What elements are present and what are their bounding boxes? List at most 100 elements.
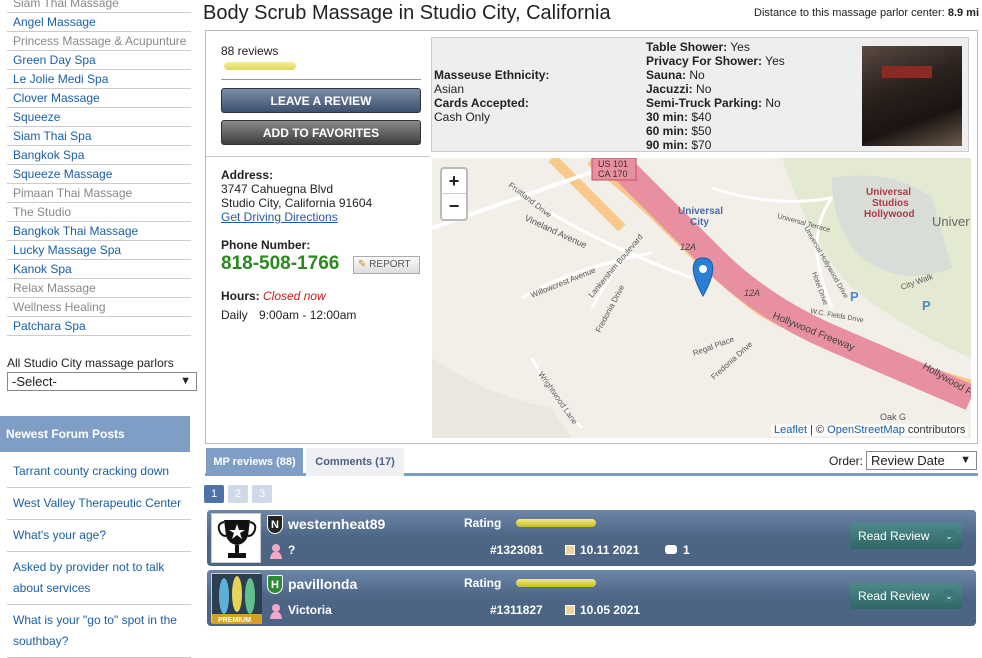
- reviewer-location: Victoria: [288, 603, 332, 617]
- phone-label: Phone Number:: [221, 238, 311, 252]
- price-60-label: 60 min:: [646, 124, 689, 138]
- daily-hours: 9:00am - 12:00am: [259, 308, 357, 322]
- parlor-link[interactable]: Bangkok Spa: [7, 146, 191, 165]
- order-label: Order:: [829, 454, 864, 468]
- hours-label: Hours:: [221, 289, 260, 303]
- distance-value: 8.9 mi: [947, 7, 980, 19]
- forum-post-link[interactable]: Tarrant county cracking down: [7, 456, 191, 488]
- map[interactable]: US 101 CA 170 Universal City Universal S…: [432, 158, 971, 438]
- phone-number[interactable]: 818-508-1766: [221, 253, 339, 275]
- parlor-link[interactable]: The Studio: [7, 203, 191, 222]
- truck-label: Semi-Truck Parking:: [646, 96, 763, 110]
- page-title: Body Scrub Massage in Studio City, Calif…: [203, 2, 611, 24]
- leaflet-link[interactable]: Leaflet: [774, 424, 807, 436]
- parlor-link[interactable]: Clover Massage: [7, 89, 191, 108]
- table-shower-value: Yes: [730, 40, 750, 54]
- ethnicity-label: Masseuse Ethnicity:: [434, 68, 550, 82]
- chevron-down-icon: ⌄: [942, 529, 956, 543]
- daily-label: Daily: [221, 308, 248, 322]
- parlor-link[interactable]: Siam Thai Massage: [7, 0, 191, 13]
- reviewer-name[interactable]: westernheat89: [288, 516, 385, 532]
- map-label: US 101: [598, 159, 628, 169]
- report-button[interactable]: ✎ REPORT: [353, 256, 420, 274]
- avatar[interactable]: [211, 513, 261, 563]
- map-label: 12A: [744, 288, 760, 298]
- forum-post-link[interactable]: Asked by provider not to talk about serv…: [7, 552, 191, 605]
- read-review-label: Read Review: [858, 589, 930, 603]
- hours-status: Closed now: [263, 289, 326, 303]
- premium-label: PREMIUM: [218, 617, 251, 624]
- review-id: #1323081: [490, 543, 544, 557]
- parlor-link[interactable]: Squeeze Massage: [7, 165, 191, 184]
- parlor-link[interactable]: Patchara Spa: [7, 317, 191, 336]
- ethnicity-value: Asian: [434, 82, 465, 96]
- zoom-control: + −: [440, 167, 468, 221]
- attribution-separator: | ©: [807, 424, 828, 436]
- parlor-link[interactable]: Angel Massage: [7, 13, 191, 32]
- reviewer-name[interactable]: pavillonda: [288, 576, 357, 592]
- map-label: City: [690, 217, 709, 228]
- map-label: Univer: [932, 214, 970, 229]
- map-label: 12A: [680, 242, 696, 252]
- parlor-link[interactable]: Wellness Healing: [7, 298, 191, 317]
- privacy-label: Privacy For Shower:: [646, 54, 763, 68]
- parlor-select[interactable]: -Select- ▼: [7, 372, 197, 391]
- parlor-link[interactable]: Kanok Spa: [7, 260, 191, 279]
- forum-header: Newest Forum Posts: [0, 416, 190, 452]
- rating-stars: [516, 579, 596, 587]
- forum-post-link[interactable]: What's your age?: [7, 520, 191, 552]
- forum-post-link[interactable]: West Valley Therapeutic Center: [7, 488, 191, 520]
- forum-post-link[interactable]: What is your "go to" spot in the southba…: [7, 605, 191, 658]
- parlor-link[interactable]: Bangkok Thai Massage: [7, 222, 191, 241]
- parlor-link[interactable]: Princess Massage & Acupunture: [7, 32, 191, 51]
- review-row: N westernheat89 Rating ? #1323081 10.11 …: [207, 510, 976, 566]
- avatar[interactable]: PREMIUM: [211, 573, 262, 624]
- parking-icon: P: [922, 298, 931, 313]
- reviewer-location: ?: [288, 543, 296, 557]
- calendar-icon: [565, 545, 575, 555]
- page-button[interactable]: 2: [228, 485, 248, 503]
- leave-review-button[interactable]: LEAVE A REVIEW: [221, 88, 421, 113]
- add-favorites-button[interactable]: ADD TO FAVORITES: [221, 120, 421, 145]
- parlor-link[interactable]: Pimaan Thai Massage: [7, 184, 191, 203]
- privacy-value: Yes: [765, 54, 785, 68]
- zoom-in-button[interactable]: +: [442, 169, 466, 194]
- sidebar: Siam Thai Massage Angel Massage Princess…: [0, 0, 200, 658]
- reviews-count: 88 reviews: [221, 44, 279, 58]
- parlor-link[interactable]: Siam Thai Spa: [7, 127, 191, 146]
- tab-comments[interactable]: Comments (17): [306, 448, 404, 476]
- report-label: REPORT: [369, 259, 411, 270]
- zoom-out-button[interactable]: −: [442, 194, 466, 219]
- edit-icon: ✎: [358, 259, 367, 270]
- chevron-down-icon: ▼: [960, 454, 971, 466]
- parlor-link[interactable]: Squeeze: [7, 108, 191, 127]
- cards-value: Cash Only: [434, 110, 491, 124]
- divider: [206, 156, 430, 157]
- person-icon: [270, 604, 282, 619]
- rating-stars: [224, 62, 296, 70]
- osm-link[interactable]: OpenStreetMap: [827, 424, 905, 436]
- read-review-button[interactable]: Read Review ⌄: [850, 523, 962, 549]
- tab-mp-reviews[interactable]: MP reviews (88): [206, 448, 303, 476]
- parlor-link[interactable]: Le Jolie Medi Spa: [7, 70, 191, 89]
- all-parlors-label: All Studio City massage parlors: [7, 356, 174, 370]
- price-30-value: $40: [691, 110, 712, 124]
- read-review-button[interactable]: Read Review ⌄: [850, 583, 962, 609]
- photo-sign: [882, 66, 932, 78]
- address-line: Studio City, California 91604: [221, 196, 373, 210]
- address-label: Address:: [221, 168, 274, 182]
- jacuzzi-label: Jacuzzi:: [646, 82, 693, 96]
- divider: [221, 79, 421, 80]
- driving-directions-link[interactable]: Get Driving Directions: [221, 210, 338, 224]
- review-row: PREMIUM H pavillonda Rating Victoria #13…: [207, 570, 976, 626]
- page-button[interactable]: 3: [252, 485, 272, 503]
- forum-list: Tarrant county cracking down West Valley…: [7, 456, 191, 658]
- parlor-link[interactable]: Relax Massage: [7, 279, 191, 298]
- rating-label: Rating: [464, 576, 502, 590]
- parlor-link[interactable]: Lucky Massage Spa: [7, 241, 191, 260]
- parlor-link[interactable]: Green Day Spa: [7, 51, 191, 70]
- map-tiles: US 101 CA 170 Universal City Universal S…: [432, 158, 971, 438]
- parlor-photo[interactable]: [862, 46, 962, 146]
- page-button[interactable]: 1: [204, 485, 224, 503]
- order-select[interactable]: Review Date ▼: [866, 451, 977, 470]
